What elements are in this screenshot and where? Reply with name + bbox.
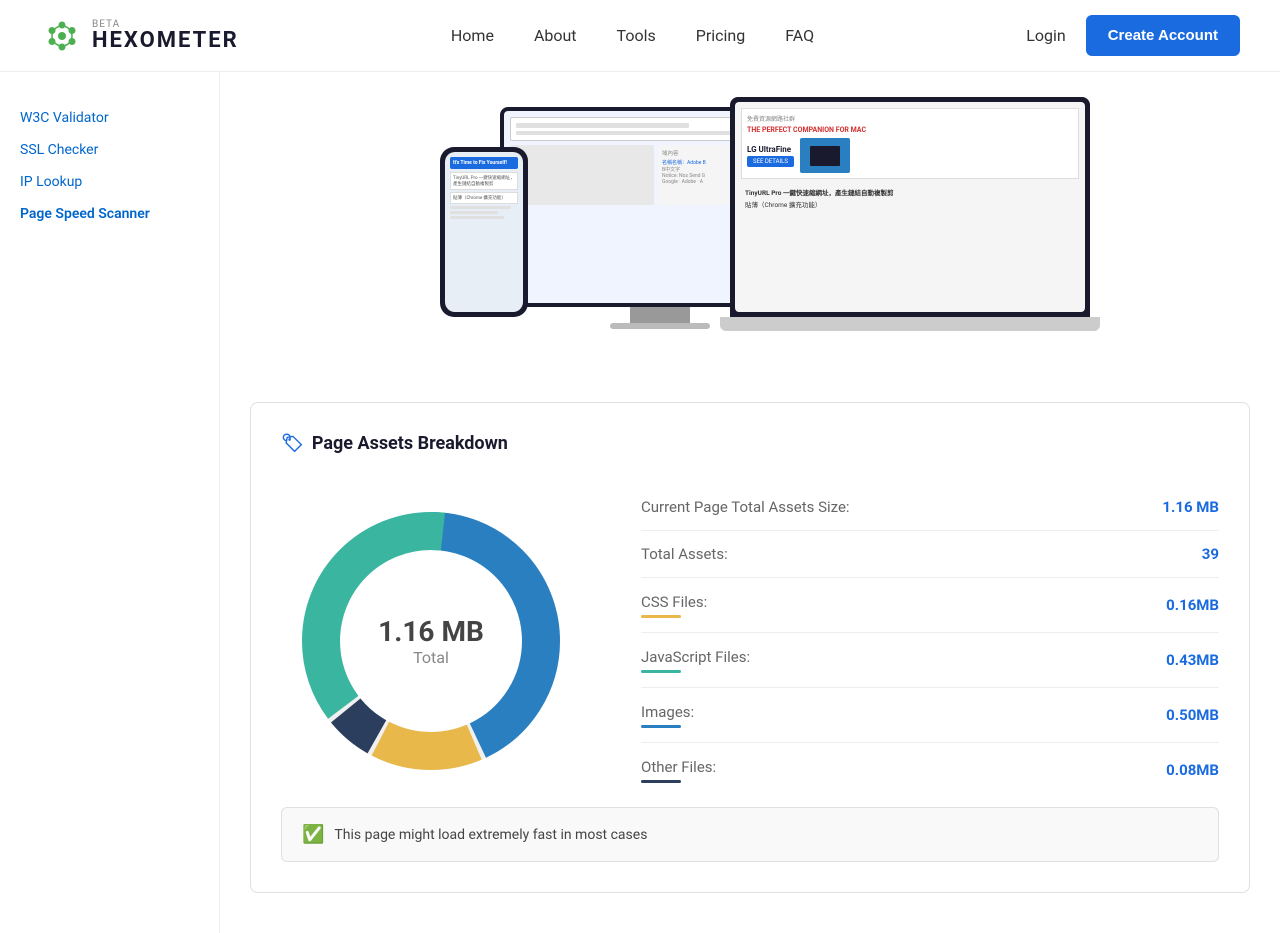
logo-text: BETA HEXOMETER bbox=[92, 20, 239, 52]
logo[interactable]: BETA HEXOMETER bbox=[40, 14, 239, 58]
stat-label-js-container: JavaScript Files: bbox=[641, 647, 750, 673]
stat-label-total-assets: Total Assets: bbox=[641, 545, 728, 563]
phone-mockup: It's Time to Fix Yourself! TinyURL Pro 一… bbox=[440, 147, 528, 317]
donut-label: Total bbox=[378, 648, 484, 667]
main-layout: W3C Validator SSL Checker IP Lookup Page… bbox=[0, 72, 1280, 933]
status-check-icon: ✅ bbox=[302, 824, 324, 845]
stat-row-total-size: Current Page Total Assets Size: 1.16 MB bbox=[641, 484, 1219, 531]
sidebar-item-ssl[interactable]: SSL Checker bbox=[20, 134, 199, 166]
donut-value: 1.16 MB bbox=[378, 615, 484, 648]
main-content: 域內容 名稱名稱：Adobe B B中文字 Notice: Nos Send G… bbox=[220, 72, 1280, 933]
logo-name: HEXOMETER bbox=[92, 30, 239, 52]
js-underline bbox=[641, 670, 681, 673]
stat-row-other: Other Files: 0.08MB bbox=[641, 743, 1219, 797]
nav-about[interactable]: About bbox=[534, 26, 577, 45]
status-text: This page might load extremely fast in m… bbox=[334, 827, 647, 843]
donut-chart: 1.16 MB Total bbox=[281, 491, 581, 791]
sidebar: W3C Validator SSL Checker IP Lookup Page… bbox=[0, 72, 220, 933]
stat-value-css: 0.16MB bbox=[1166, 596, 1219, 614]
sidebar-item-w3c[interactable]: W3C Validator bbox=[20, 102, 199, 134]
other-underline bbox=[641, 780, 681, 783]
donut-center: 1.16 MB Total bbox=[378, 615, 484, 667]
stat-label-js: JavaScript Files: bbox=[641, 648, 750, 666]
status-bar: ✅ This page might load extremely fast in… bbox=[281, 807, 1219, 862]
css-underline bbox=[641, 615, 681, 618]
tag-icon: 🏷 bbox=[281, 433, 304, 454]
images-underline bbox=[641, 725, 681, 728]
stat-row-images: Images: 0.50MB bbox=[641, 688, 1219, 743]
hexometer-logo-icon bbox=[40, 14, 84, 58]
sidebar-item-pagespeed[interactable]: Page Speed Scanner bbox=[20, 198, 199, 230]
breakdown-card: 🏷 Page Assets Breakdown bbox=[250, 402, 1250, 893]
login-link[interactable]: Login bbox=[1026, 26, 1065, 45]
nav-home[interactable]: Home bbox=[451, 26, 494, 45]
device-mockup-container: 域內容 名稱名稱：Adobe B B中文字 Notice: Nos Send G… bbox=[400, 97, 1100, 367]
breakdown-title: 🏷 Page Assets Breakdown bbox=[281, 433, 1219, 454]
stat-row-js: JavaScript Files: 0.43MB bbox=[641, 633, 1219, 688]
laptop-mockup: 免費資源網路社群 THE PERFECT COMPANION FOR MAC L… bbox=[730, 97, 1100, 331]
stat-value-images: 0.50MB bbox=[1166, 706, 1219, 724]
stat-row-css: CSS Files: 0.16MB bbox=[641, 578, 1219, 633]
stat-row-total-assets: Total Assets: 39 bbox=[641, 531, 1219, 578]
device-preview: 域內容 名稱名稱：Adobe B B中文字 Notice: Nos Send G… bbox=[250, 92, 1250, 372]
stat-value-total-assets: 39 bbox=[1202, 545, 1219, 563]
stat-label-css-container: CSS Files: bbox=[641, 592, 707, 618]
stat-label-css: CSS Files: bbox=[641, 593, 707, 611]
stat-label-other-container: Other Files: bbox=[641, 757, 716, 783]
stats-table: Current Page Total Assets Size: 1.16 MB … bbox=[641, 484, 1219, 797]
stat-value-other: 0.08MB bbox=[1166, 761, 1219, 779]
stat-label-other: Other Files: bbox=[641, 758, 716, 776]
nav-tools[interactable]: Tools bbox=[617, 26, 656, 45]
stat-value-js: 0.43MB bbox=[1166, 651, 1219, 669]
header: BETA HEXOMETER Home About Tools Pricing … bbox=[0, 0, 1280, 72]
breakdown-heading: Page Assets Breakdown bbox=[312, 433, 508, 454]
sidebar-item-ip[interactable]: IP Lookup bbox=[20, 166, 199, 198]
create-account-button[interactable]: Create Account bbox=[1086, 15, 1240, 56]
stat-label-total-size: Current Page Total Assets Size: bbox=[641, 498, 850, 516]
nav-faq[interactable]: FAQ bbox=[785, 26, 814, 45]
breakdown-body: 1.16 MB Total Current Page Total Assets … bbox=[281, 484, 1219, 797]
stat-value-total-size: 1.16 MB bbox=[1162, 498, 1219, 516]
main-nav: Home About Tools Pricing FAQ bbox=[451, 26, 814, 45]
header-actions: Login Create Account bbox=[1026, 15, 1240, 56]
stat-label-images-container: Images: bbox=[641, 702, 694, 728]
stat-label-images: Images: bbox=[641, 703, 694, 721]
nav-pricing[interactable]: Pricing bbox=[696, 26, 746, 45]
